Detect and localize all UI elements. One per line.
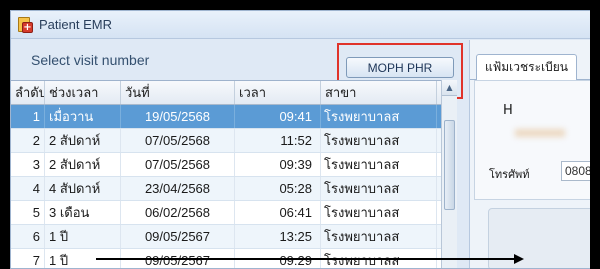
row-branch: โรงพยาบาลส (321, 225, 437, 248)
row-branch: โรงพยาบาลส (321, 201, 437, 224)
row-no: 1 (11, 105, 45, 128)
select-visit-label: Select visit number (31, 52, 150, 68)
row-no: 7 (11, 249, 45, 268)
column-header-date[interactable]: วันที่ (121, 81, 235, 104)
row-date: 06/02/2568 (121, 201, 235, 224)
row-branch: โรงพยาบาลส (321, 177, 437, 200)
annotation-arrow-head-icon (514, 254, 524, 264)
row-time: 11:52 (235, 129, 321, 152)
row-period: 3 เดือน (45, 201, 121, 224)
row-time: 05:28 (235, 177, 321, 200)
row-date: 19/05/2568 (121, 105, 235, 128)
row-period: 2 สัปดาห์ (45, 129, 121, 152)
table-row[interactable]: 1 เมื่อวาน 19/05/2568 09:41 โรงพยาบาลส (11, 105, 455, 129)
phone-label: โทรศัพท์ (489, 168, 530, 181)
row-no: 5 (11, 201, 45, 224)
row-date: 09/05/2567 (121, 225, 235, 248)
table-row[interactable]: 44 สัปดาห์ 23/04/2568 05:28 โรงพยาบาลส (11, 177, 455, 201)
row-no: 4 (11, 177, 45, 200)
tab-body: H โทรศัพท์ 080811 (474, 80, 599, 200)
table-row[interactable]: 22 สัปดาห์ 07/05/2568 11:52 โรงพยาบาลส (11, 129, 455, 153)
tab-medical-record[interactable]: แฟ้มเวชระเบียน (476, 54, 577, 80)
row-no: 6 (11, 225, 45, 248)
row-time: 09:41 (235, 105, 321, 128)
row-date: 23/04/2568 (121, 177, 235, 200)
row-period: เมื่อวาน (45, 105, 121, 128)
title-bar: + Patient EMR (11, 11, 599, 39)
scroll-up-icon[interactable]: ▲ (442, 80, 457, 96)
row-period: 1 ปี (45, 225, 121, 248)
row-branch: โรงพยาบาลส (321, 105, 437, 128)
row-no: 2 (11, 129, 45, 152)
grid-header: ลำดับ ช่วงเวลา วันที่ เวลา สาขา (11, 81, 455, 105)
tab-strip: แฟ้มเวชระเบียน (470, 54, 599, 80)
table-row[interactable]: 53 เดือน 06/02/2568 06:41 โรงพยาบาลส (11, 201, 455, 225)
column-header-branch[interactable]: สาขา (321, 81, 437, 104)
row-branch: โรงพยาบาลส (321, 153, 437, 176)
row-no: 3 (11, 153, 45, 176)
frame-edge (590, 0, 600, 269)
grid-rows: 1 เมื่อวาน 19/05/2568 09:41 โรงพยาบาลส 2 2 สัป… (11, 105, 455, 268)
row-date: 07/05/2568 (121, 129, 235, 152)
row-date: 07/05/2568 (121, 153, 235, 176)
column-header-no[interactable]: ลำดับ (11, 81, 45, 104)
blurred-field (515, 129, 565, 137)
app-icon: + (17, 16, 33, 33)
row-time: 09:39 (235, 153, 321, 176)
window-title: Patient EMR (39, 17, 112, 32)
row-period: 4 สัปดาห์ (45, 177, 121, 200)
visit-grid: ลำดับ ช่วงเวลา วันที่ เวลา สาขา 1 เมื่อวา… (11, 80, 455, 268)
patient-emr-window: + Patient EMR Select visit number MOPH P… (10, 10, 600, 269)
visit-pane: Select visit number MOPH PHR ลำดับ ช่วงเ… (11, 40, 466, 268)
row-time: 06:41 (235, 201, 321, 224)
table-row[interactable]: 32 สัปดาห์ 07/05/2568 09:39 โรงพยาบาลส (11, 153, 455, 177)
row-time: 13:25 (235, 225, 321, 248)
table-row[interactable]: 61 ปี 09/05/2567 13:25 โรงพยาบาลส (11, 225, 455, 249)
column-header-time[interactable]: เวลา (235, 81, 321, 104)
annotation-arrow-line (96, 258, 516, 260)
scroll-thumb[interactable] (444, 120, 455, 210)
row-period: 2 สัปดาห์ (45, 153, 121, 176)
column-header-period[interactable]: ช่วงเวลา (45, 81, 121, 104)
grid-scrollbar[interactable]: ▲ (441, 80, 457, 268)
detail-pane: แฟ้มเวชระเบียน H โทรศัพท์ 080811 (469, 40, 599, 268)
field-h-label: H (503, 103, 513, 118)
row-branch: โรงพยาบาลส (321, 129, 437, 152)
